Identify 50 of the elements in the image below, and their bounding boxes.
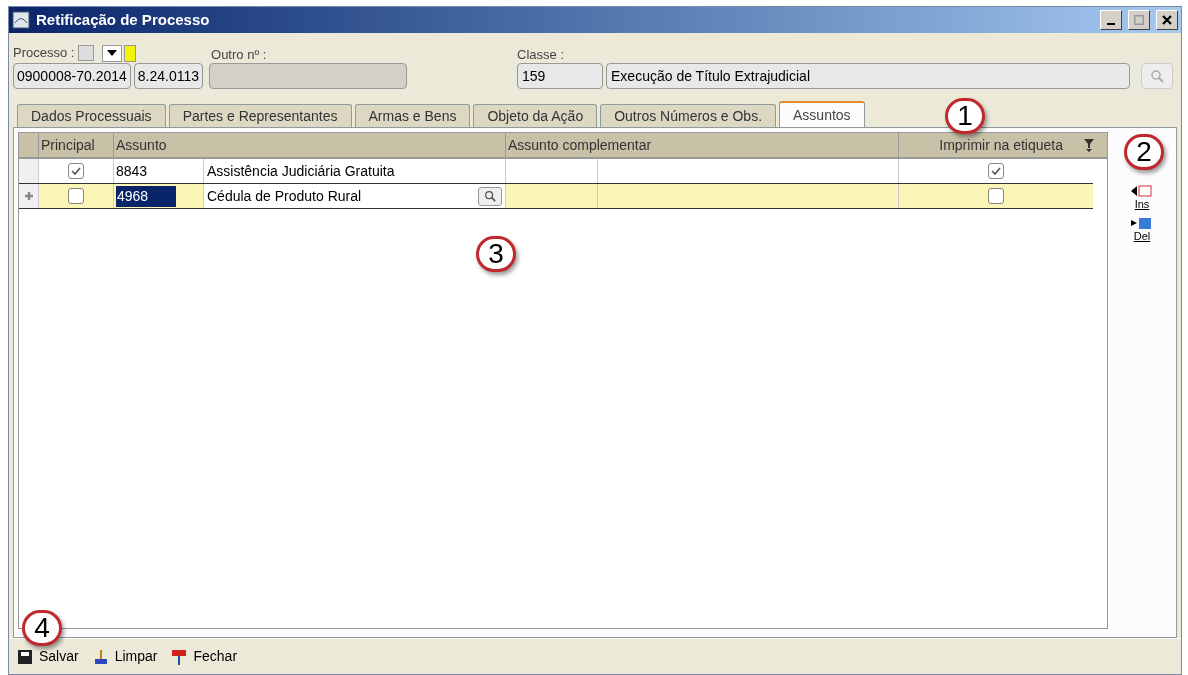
search-button[interactable] (478, 186, 502, 206)
arrow-icon (1131, 184, 1153, 198)
app-icon (12, 11, 30, 29)
table-row[interactable]: 4968 Cédula de Produto Rural (19, 184, 1093, 209)
tab[interactable]: Objeto da Ação (473, 104, 598, 127)
caret-icon[interactable] (102, 44, 123, 62)
process-suffix-field[interactable]: 8.24.0113 (133, 63, 204, 89)
signpost-icon (171, 648, 188, 665)
column-header[interactable]: Imprimir na etiqueta (899, 133, 1073, 157)
save-button[interactable]: Salvar (17, 646, 79, 667)
minimize-icon (1107, 23, 1115, 25)
tab[interactable]: Armas e Bens (354, 104, 471, 127)
tab[interactable]: Partes e Representantes (168, 104, 352, 127)
field-label: Processo : (13, 44, 75, 63)
table-cell-text: Cédula de Produto Rural (207, 186, 363, 206)
window-title: Retificação de Processo (36, 9, 210, 30)
class-code-field[interactable]: 159 (517, 63, 604, 89)
maximize-button[interactable] (1128, 10, 1150, 30)
checkbox[interactable] (68, 188, 84, 204)
search-icon (1150, 69, 1164, 83)
table-cell-text: Assistência Judiciária Gratuita (207, 161, 396, 181)
table-cell-text: 8843 (116, 161, 148, 181)
process-number-field[interactable]: 0900008-70.2014 (13, 63, 131, 89)
filter-icon[interactable] (1083, 138, 1095, 152)
table-row[interactable]: 8843 Assistência Judiciária Gratuita (19, 159, 1093, 184)
tab[interactable]: Outros Números e Obs. (600, 104, 776, 127)
checkbox[interactable] (988, 163, 1004, 179)
tab[interactable]: Dados Processuais (17, 104, 166, 127)
column-header[interactable]: Principal (39, 133, 114, 157)
floppy-icon (17, 648, 33, 665)
field-label: Classe : (517, 46, 565, 63)
insert-button[interactable]: Ins (1131, 184, 1153, 210)
minimize-button[interactable] (1100, 10, 1122, 30)
class-name-field[interactable]: Execução de Título Extrajudicial (606, 63, 1130, 89)
column-header[interactable]: Assunto complementar (506, 133, 899, 157)
clear-button[interactable]: Limpar (92, 646, 158, 667)
search-icon (484, 190, 496, 202)
table-cell: 4968 (116, 185, 176, 207)
checkbox[interactable] (68, 163, 84, 179)
column-header[interactable]: Assunto (114, 133, 506, 157)
close-button[interactable]: Fechar (171, 646, 238, 667)
delete-button[interactable]: Del (1131, 216, 1153, 242)
checkbox[interactable] (988, 188, 1004, 204)
close-icon (1162, 15, 1172, 25)
field-label: Outro nº : (210, 46, 268, 63)
tab[interactable]: Assuntos (779, 101, 865, 127)
close-button[interactable] (1156, 10, 1178, 30)
maximize-icon (1134, 15, 1144, 25)
broom-icon (92, 648, 109, 665)
plus-icon (23, 191, 34, 201)
